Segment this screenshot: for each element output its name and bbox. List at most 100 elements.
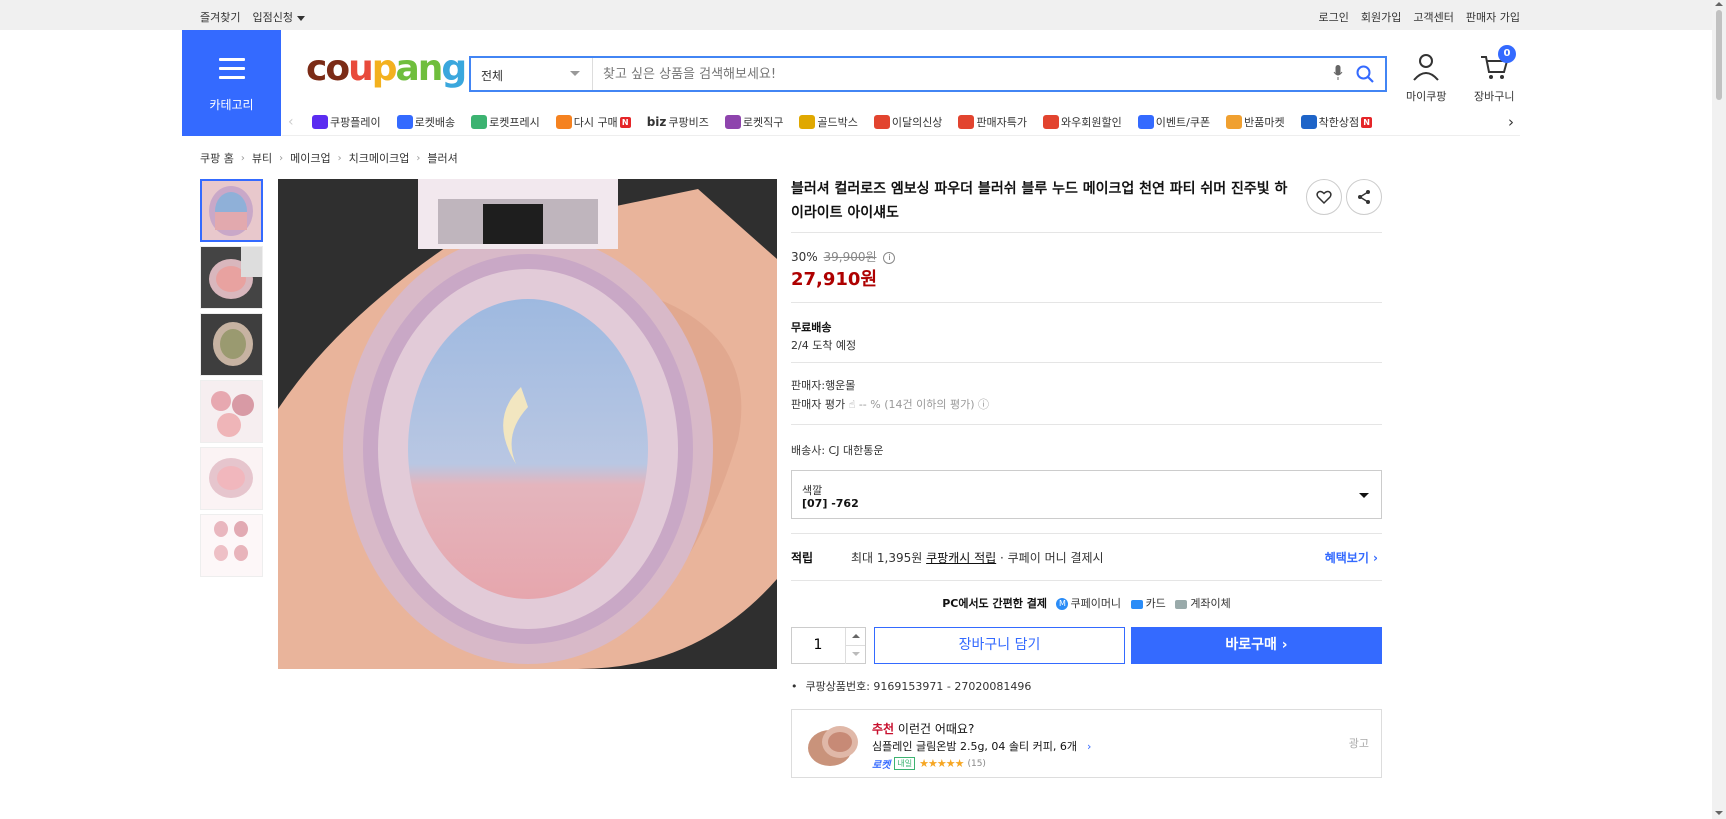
- gnb-item[interactable]: 로켓프레시: [471, 114, 540, 130]
- shipping-title: 무료배송: [791, 321, 832, 334]
- gnb-item[interactable]: 이벤트/쿠폰: [1137, 114, 1211, 130]
- gnb-item[interactable]: 반품마켓: [1226, 114, 1285, 130]
- thumbnail-item[interactable]: [200, 313, 263, 376]
- breadcrumb-item[interactable]: 치크메이크업: [349, 150, 410, 166]
- gnb-item[interactable]: 판매자특가: [958, 114, 1027, 130]
- customer-center-link[interactable]: 고객센터: [1413, 9, 1453, 25]
- gnb-item-label: 쿠팡비즈: [668, 116, 709, 129]
- breadcrumb-item[interactable]: 쿠팡 홈: [200, 150, 234, 166]
- reward-text: 최대 1,395원 쿠팡캐시 적립 · 쿠페이 머니 결제시: [851, 549, 1104, 566]
- search-input[interactable]: [603, 64, 1303, 84]
- recommend-item-name: 심플레인 글림온밤 2.5g, 04 솔티 커피, 6개: [872, 740, 1078, 753]
- thumbnail-item[interactable]: [200, 514, 263, 577]
- thumbnail-item[interactable]: [200, 246, 263, 309]
- divider: [791, 533, 1382, 534]
- scroll-up-arrow-icon[interactable]: [1715, 2, 1723, 6]
- recommend-item[interactable]: 심플레인 글림온밤 2.5g, 04 솔티 커피, 6개 ›: [872, 738, 1091, 754]
- gnb-item-label: 판매자특가: [976, 116, 1028, 129]
- gnb-item-label: 와우회원할인: [1061, 116, 1122, 129]
- ad-label: 광고: [1348, 737, 1369, 750]
- coupon-icon: [1137, 115, 1154, 129]
- thumbnail-item[interactable]: [200, 447, 263, 510]
- add-to-cart-button[interactable]: 장바구니 담기: [874, 627, 1125, 664]
- cart-label: 장바구니: [1474, 90, 1515, 103]
- main-product-image[interactable]: [278, 179, 777, 669]
- search-category-select[interactable]: 전체: [471, 58, 593, 90]
- chevron-right-icon: ›: [1087, 740, 1092, 753]
- breadcrumb-item[interactable]: 뷰티: [252, 150, 272, 166]
- bag-icon: [873, 115, 890, 129]
- microphone-icon[interactable]: [1333, 65, 1343, 81]
- gnb-item[interactable]: 골드박스: [799, 114, 858, 130]
- gnb-item[interactable]: 다시 구매 N: [555, 114, 631, 130]
- gnb-item-label: 다시 구매: [573, 116, 618, 129]
- breadcrumb-item[interactable]: 블러셔: [427, 150, 457, 166]
- thumbnail-item[interactable]: [200, 380, 263, 443]
- gnb-item[interactable]: 쿠팡플레이: [312, 114, 381, 130]
- nav-next-arrow-icon[interactable]: ›: [1508, 113, 1514, 131]
- rocket-delivery-badge: 로켓: [872, 760, 891, 771]
- breadcrumb-separator-icon: ›: [416, 152, 421, 164]
- gnb-item-label: 이벤트/쿠폰: [1155, 116, 1211, 129]
- category-menu-button[interactable]: 카테고리: [182, 30, 281, 136]
- scroll-down-arrow-icon[interactable]: [1715, 811, 1723, 815]
- coupang-logo[interactable]: coupang: [306, 48, 467, 89]
- cart-button[interactable]: 0 장바구니: [1474, 45, 1516, 104]
- seller-name[interactable]: 판매자:행운몰: [791, 377, 855, 393]
- thumbnail-item[interactable]: [200, 179, 263, 242]
- benefits-link[interactable]: 혜택보기 ›: [1325, 549, 1378, 566]
- gnb-item[interactable]: biz 쿠팡비즈: [647, 114, 709, 130]
- coupay-icon: M: [1056, 598, 1069, 610]
- quantity-input[interactable]: [800, 637, 836, 653]
- gnb-item[interactable]: 착한상점 N: [1300, 114, 1373, 130]
- sale-price: 27,910원: [791, 269, 878, 290]
- percent-icon: [958, 115, 975, 129]
- card-icon: [1130, 599, 1143, 609]
- reward-amount: 최대 1,395원: [851, 551, 923, 565]
- gnb-item-label: 골드박스: [817, 116, 858, 129]
- recommendation-ad[interactable]: 추천 이런건 어때요? 심플레인 글림온밤 2.5g, 04 솔티 커피, 6개…: [791, 709, 1382, 778]
- info-icon[interactable]: i: [883, 251, 896, 264]
- scrollbar-thumb[interactable]: [1716, 10, 1722, 100]
- gnb-item-label: 로켓배송: [414, 116, 456, 129]
- logo-part: u: [348, 48, 374, 89]
- quantity-stepper: [791, 627, 866, 664]
- bookmark-link[interactable]: 즐겨찾기: [200, 9, 240, 25]
- login-link[interactable]: 로그인: [1319, 9, 1349, 25]
- seller-apply-link[interactable]: 입점신청: [252, 9, 305, 25]
- topbar-left: 즐겨찾기 입점신청: [200, 9, 305, 25]
- return-market-icon: [1226, 115, 1243, 129]
- page-scrollbar[interactable]: [1712, 0, 1726, 819]
- dropdown-arrow-icon: [570, 71, 580, 76]
- buy-now-button[interactable]: 바로구매 ›: [1131, 627, 1382, 664]
- gnb-item-label: 이달의신상: [891, 116, 943, 129]
- gnb-item[interactable]: 이달의신상: [873, 114, 943, 130]
- wishlist-button[interactable]: [1306, 179, 1342, 215]
- gnb-item[interactable]: 와우회원할인: [1043, 114, 1122, 130]
- bank-transfer-icon: [1175, 599, 1188, 609]
- gnb-item[interactable]: 로켓직구: [724, 114, 783, 130]
- goldbox-icon: [799, 115, 816, 129]
- seller-signup-link[interactable]: 판매자 가입: [1466, 9, 1520, 25]
- nav-prev-arrow-icon[interactable]: ‹: [288, 114, 294, 130]
- recommend-heading: 추천 이런건 어때요?: [872, 720, 974, 737]
- wow-icon: [1043, 115, 1060, 129]
- discount-row: 30% 39,900원 i: [791, 248, 896, 265]
- topbar-right: 로그인 회원가입 고객센터 판매자 가입: [1319, 9, 1520, 25]
- mypage-button[interactable]: 마이쿠팡: [1406, 52, 1446, 104]
- recommend-meta: 로켓 내일 ★★★★★ (15): [872, 756, 986, 771]
- divider: [791, 302, 1382, 303]
- search-icon[interactable]: [1355, 64, 1375, 84]
- product-id: 쿠팡상품번호: 9169153971 - 27020081496: [791, 678, 1032, 694]
- signup-link[interactable]: 회원가입: [1361, 9, 1401, 25]
- share-button[interactable]: [1346, 179, 1382, 215]
- gnb-item[interactable]: 로켓배송: [396, 114, 456, 130]
- pay-title: PC에서도 간편한 결제: [942, 597, 1047, 610]
- info-icon[interactable]: ⓘ: [978, 398, 989, 411]
- quantity-increase-button[interactable]: [845, 628, 865, 646]
- color-option-select[interactable]: 색깔 [07] -762: [791, 470, 1382, 519]
- reward-cash-link[interactable]: 쿠팡캐시 적립: [926, 551, 996, 565]
- shop-icon: [1300, 115, 1317, 129]
- breadcrumb-item[interactable]: 메이크업: [290, 150, 330, 166]
- quantity-decrease-button[interactable]: [845, 646, 865, 664]
